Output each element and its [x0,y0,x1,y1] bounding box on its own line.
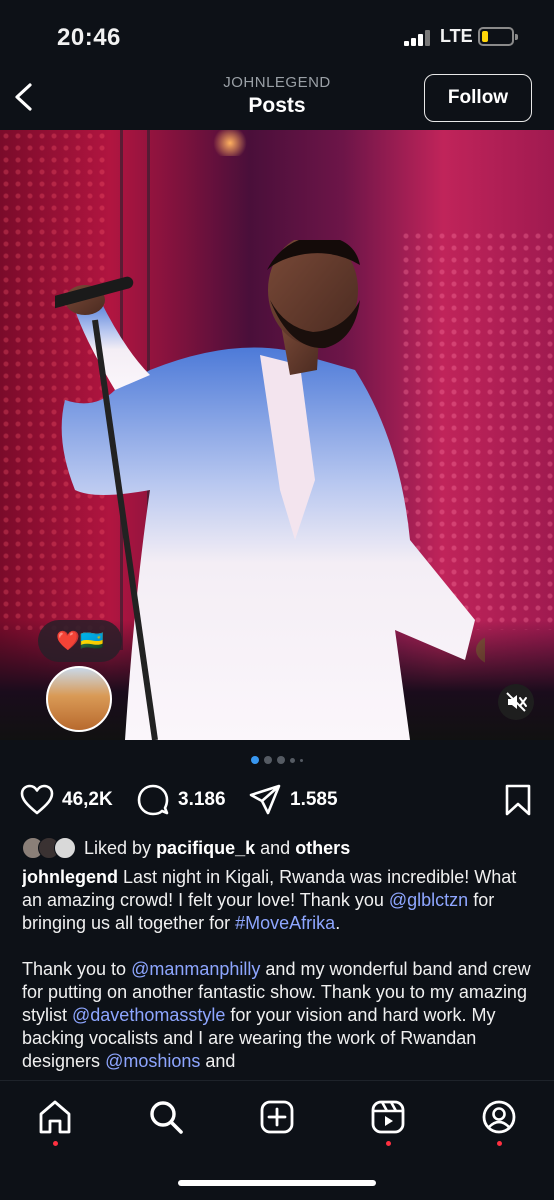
liked-by-row[interactable]: Liked by pacifique_k and others [22,834,350,862]
network-label: LTE [440,26,473,46]
carousel-dot [277,756,285,764]
status-time: 20:46 [57,24,121,51]
caption-text: . [335,913,341,933]
create-icon[interactable] [259,1099,295,1135]
liked-by-others[interactable]: others [295,838,350,858]
caption-username[interactable]: johnlegend [22,867,118,887]
comment-icon[interactable] [136,783,170,817]
reels-icon[interactable] [370,1099,406,1135]
carousel-dot [264,756,272,764]
post-actions: 46,2K 3.186 1.585 [0,782,554,818]
post-caption: johnlegend Last night in Kigali, Rwanda … [22,866,534,1080]
mention-link[interactable]: @manmanphilly [131,959,260,979]
liked-by-connector: and [260,837,291,858]
carousel-dot-active [251,756,259,764]
post-image[interactable]: ❤️🇷🇼 [0,130,554,740]
story-reaction[interactable]: ❤️🇷🇼 [38,620,122,662]
share-action[interactable]: 1.585 [248,782,338,818]
profile-icon[interactable] [481,1099,517,1135]
mention-link[interactable]: @davethomasstyle [72,1005,225,1025]
carousel-dot [300,758,303,762]
reels-notification-dot [386,1141,391,1146]
like-action[interactable]: 46,2K [20,782,113,818]
send-icon[interactable] [248,783,282,817]
home-icon[interactable] [37,1099,73,1135]
caption-paragraph: Thank you to @manmanphilly and my wonder… [22,958,534,1073]
mention-link[interactable]: @glblctzn [389,890,468,910]
search-icon[interactable] [148,1099,184,1135]
share-count: 1.585 [290,789,338,810]
mention-link[interactable]: @moshions [105,1051,200,1071]
follow-button[interactable]: Follow [424,74,532,122]
profile-notification-dot [497,1141,502,1146]
battery-icon [478,27,518,46]
stage-light [210,130,250,156]
comment-action[interactable]: 3.186 [136,782,226,818]
signal-icon [404,30,434,46]
heart-icon[interactable] [20,784,54,816]
liked-by-text: Liked by pacifique_k and others [84,838,350,859]
performer-figure [55,240,485,740]
liked-by-prefix: Liked by [84,837,152,858]
caption-text: and [205,1051,236,1071]
caption-text: Thank you to [22,959,127,979]
caption-paragraph: johnlegend Last night in Kigali, Rwanda … [22,866,534,935]
home-indicator [178,1180,376,1186]
like-count: 46,2K [62,789,113,810]
avatar [54,837,76,859]
home-notification-dot [53,1141,58,1146]
header: JOHNLEGEND Posts Follow [0,62,554,130]
muted-speaker-icon[interactable] [498,684,534,720]
liked-by-user[interactable]: pacifique_k [156,838,255,858]
story-avatar[interactable] [46,666,112,732]
comment-count: 3.186 [178,789,226,810]
status-bar: 20:46 LTE [0,0,554,62]
carousel-dot [290,757,295,763]
hashtag-link[interactable]: #MoveAfrika [235,913,335,933]
bookmark-icon[interactable] [504,784,532,816]
carousel-indicator [0,756,554,764]
